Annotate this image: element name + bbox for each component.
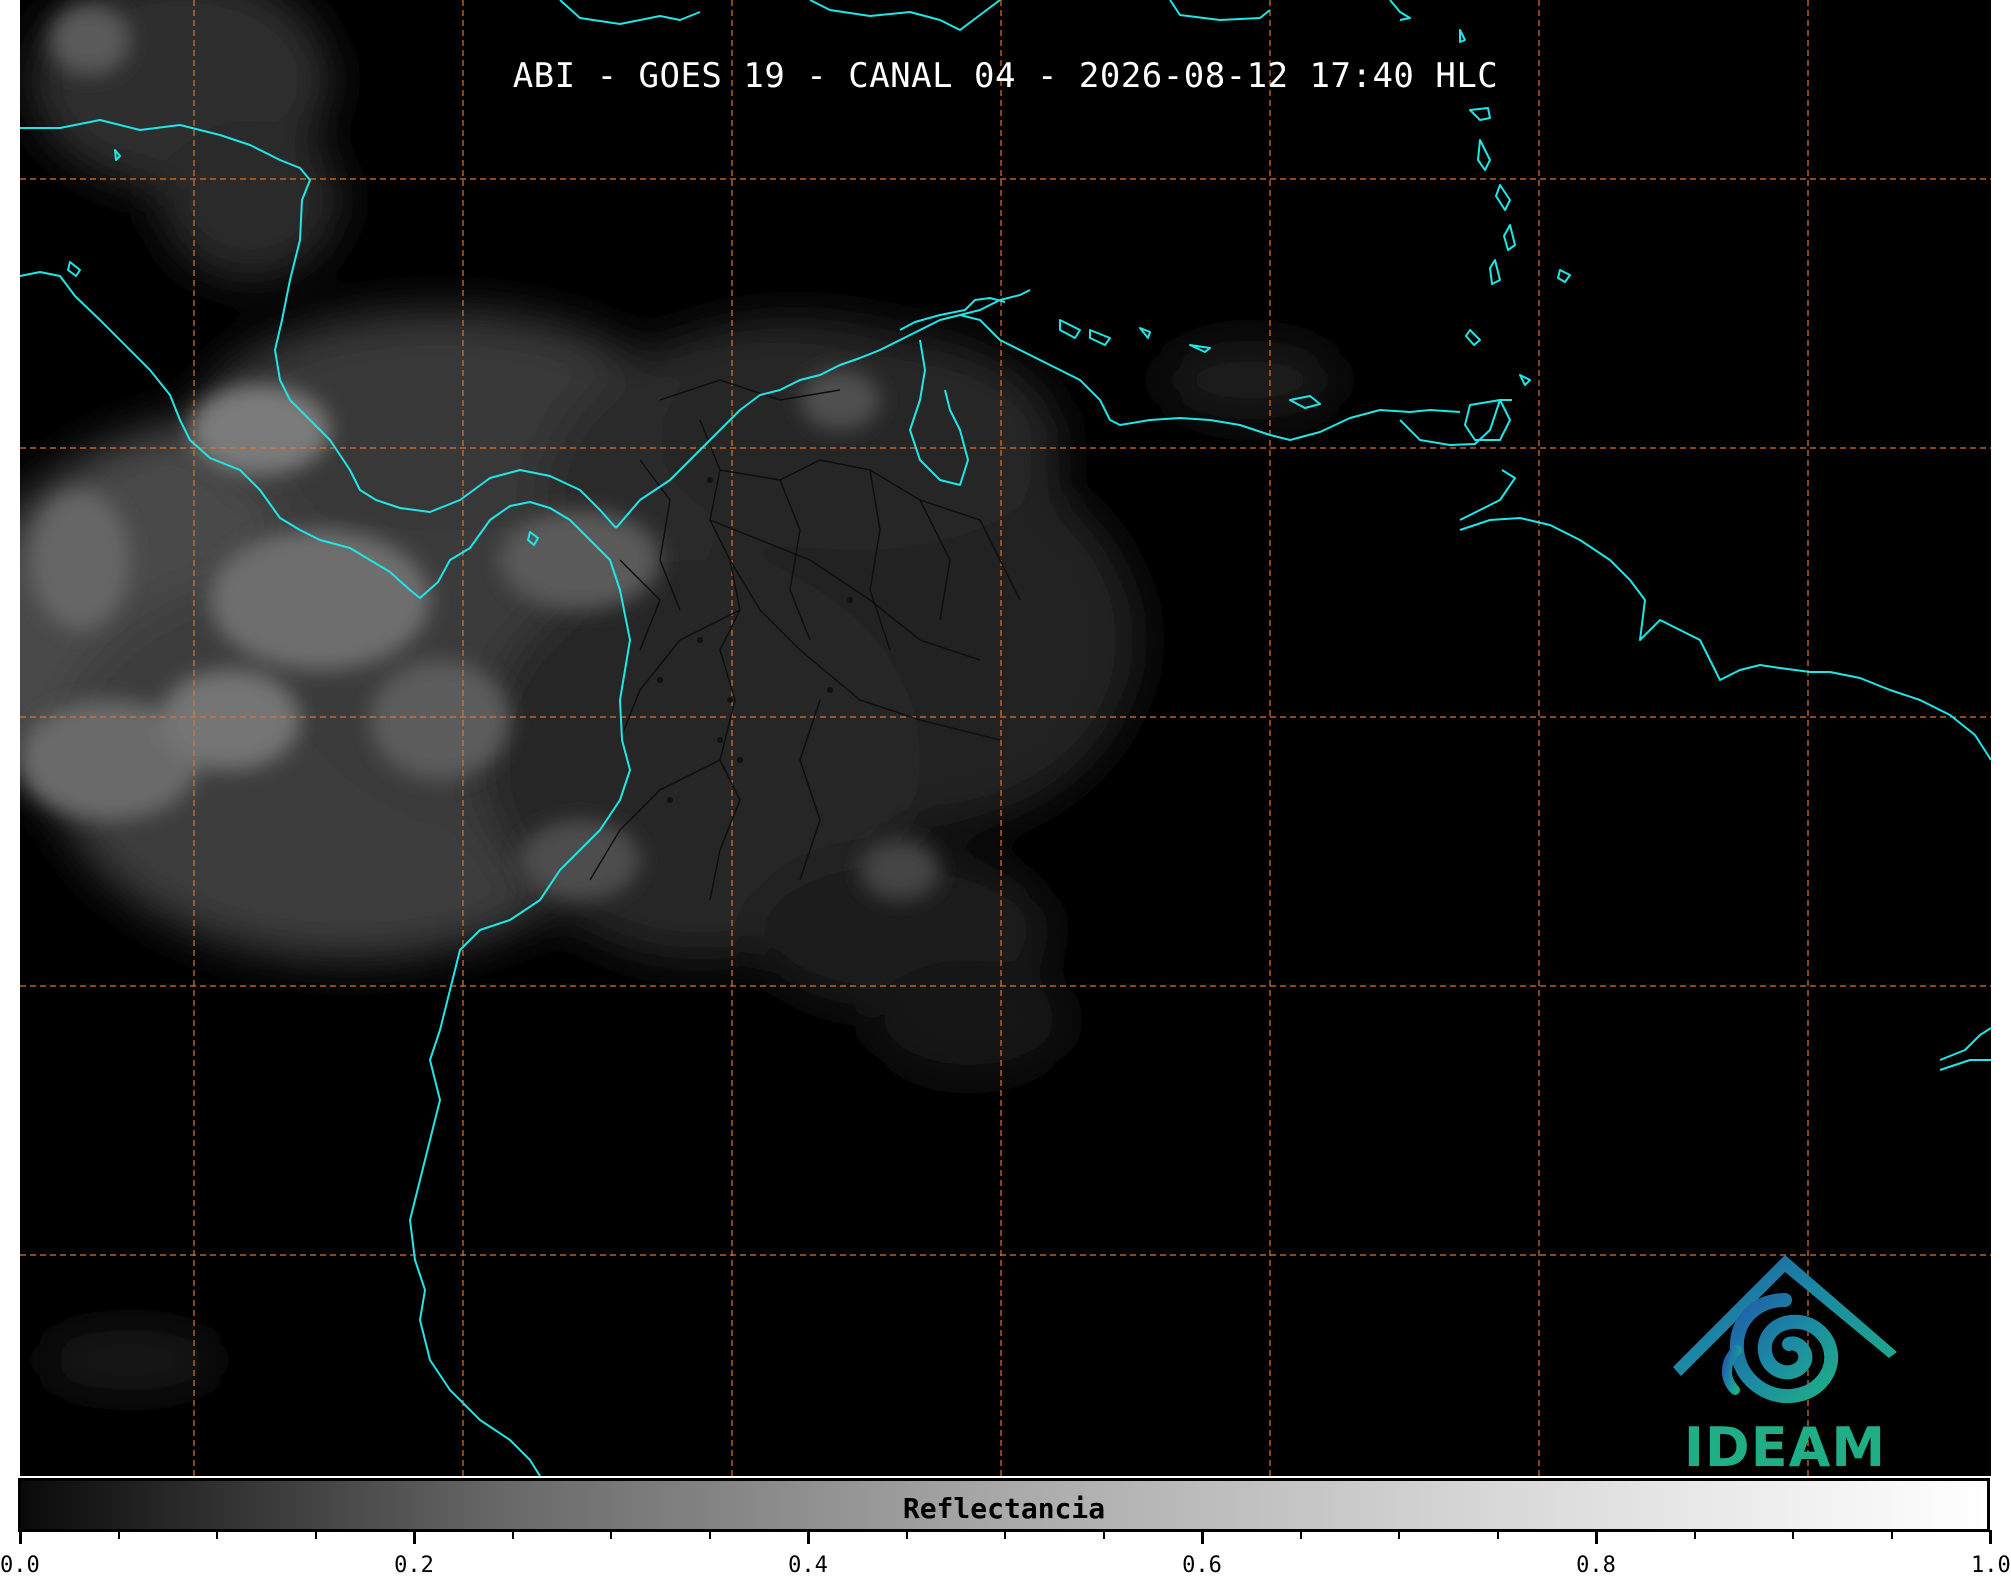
colorbar-minor-tick — [1792, 1530, 1794, 1539]
colorbar-major-tick — [1200, 1530, 1204, 1544]
colorbar-minor-tick — [1299, 1530, 1302, 1539]
colorbar-ticks: 0.0 0.2 0.4 0.6 0.8 1.0 — [0, 1530, 2011, 1578]
colorbar-tick-label: 0.6 — [1182, 1553, 1222, 1578]
colorbar-minor-tick — [1004, 1530, 1006, 1539]
colorbar-tick-label: 0.4 — [788, 1553, 828, 1578]
ideam-logo-icon — [1673, 1255, 1897, 1404]
colorbar-major-tick — [18, 1530, 22, 1544]
colorbar-tick-label: 0.0 — [0, 1553, 40, 1578]
colorbar-minor-tick — [610, 1530, 612, 1539]
colorbar-minor-tick — [1398, 1530, 1400, 1539]
colorbar-minor-tick — [216, 1530, 218, 1539]
ideam-logo: IDEAM — [1665, 1250, 1905, 1476]
colorbar: Reflectancia — [18, 1478, 1990, 1532]
colorbar-minor-tick — [1890, 1530, 1893, 1539]
colorbar-minor-tick — [1496, 1530, 1499, 1539]
colorbar-minor-tick — [314, 1530, 317, 1539]
ideam-logo-text: IDEAM — [1683, 1416, 1887, 1476]
colorbar-major-tick — [412, 1530, 416, 1544]
colorbar-major-tick — [1988, 1530, 1992, 1544]
map-title: ABI - GOES 19 - CANAL 04 - 2026-08-12 17… — [512, 56, 1499, 96]
colorbar-minor-tick — [511, 1530, 514, 1539]
colorbar-tick-label: 0.8 — [1576, 1553, 1616, 1578]
colorbar-tick-label: 0.2 — [394, 1553, 434, 1578]
colorbar-minor-tick — [905, 1530, 908, 1539]
colorbar-minor-tick — [1693, 1530, 1696, 1539]
colorbar-label: Reflectancia — [902, 1492, 1106, 1525]
colorbar-minor-tick — [1102, 1530, 1105, 1539]
satellite-map: ABI - GOES 19 - CANAL 04 - 2026-08-12 17… — [20, 0, 1991, 1476]
colorbar-tick-label: 1.0 — [1971, 1553, 2011, 1578]
colorbar-minor-tick — [708, 1530, 711, 1539]
colorbar-major-tick — [806, 1530, 810, 1544]
colorbar-minor-tick — [117, 1530, 120, 1539]
colorbar-major-tick — [1594, 1530, 1598, 1544]
